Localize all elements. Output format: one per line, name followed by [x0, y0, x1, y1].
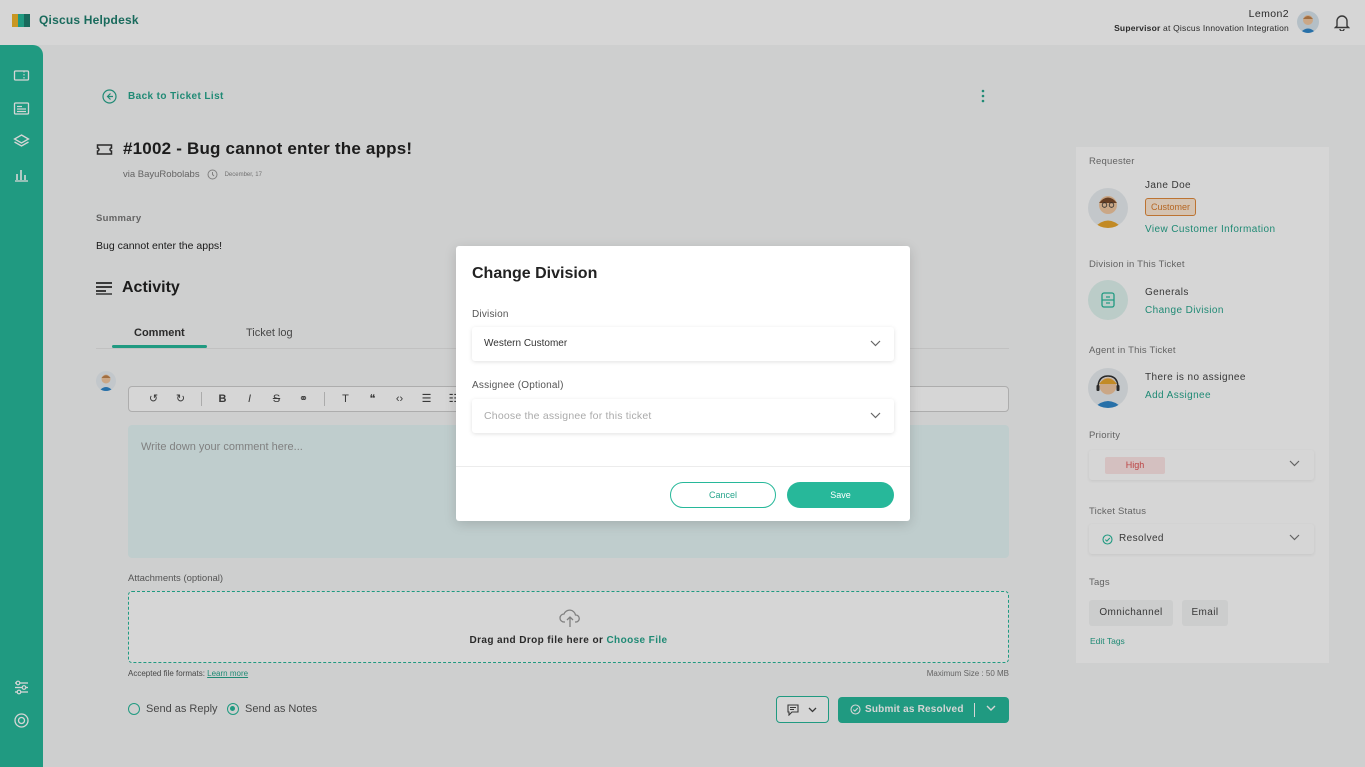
chevron-down-icon: [870, 412, 881, 419]
cancel-button[interactable]: Cancel: [670, 482, 776, 508]
assignee-field-label: Assignee (Optional): [472, 380, 564, 391]
assignee-select[interactable]: Choose the assignee for this ticket: [472, 399, 894, 433]
modal-footer: Cancel Save: [456, 466, 910, 521]
chevron-down-icon: [870, 340, 881, 347]
division-field-label: Division: [472, 309, 509, 320]
save-button[interactable]: Save: [787, 482, 894, 508]
division-select[interactable]: Western Customer: [472, 327, 894, 361]
modal-title: Change Division: [472, 265, 598, 282]
change-division-modal: Change Division Division Western Custome…: [456, 246, 910, 521]
division-select-value: Western Customer: [484, 338, 568, 349]
assignee-placeholder: Choose the assignee for this ticket: [484, 410, 652, 422]
